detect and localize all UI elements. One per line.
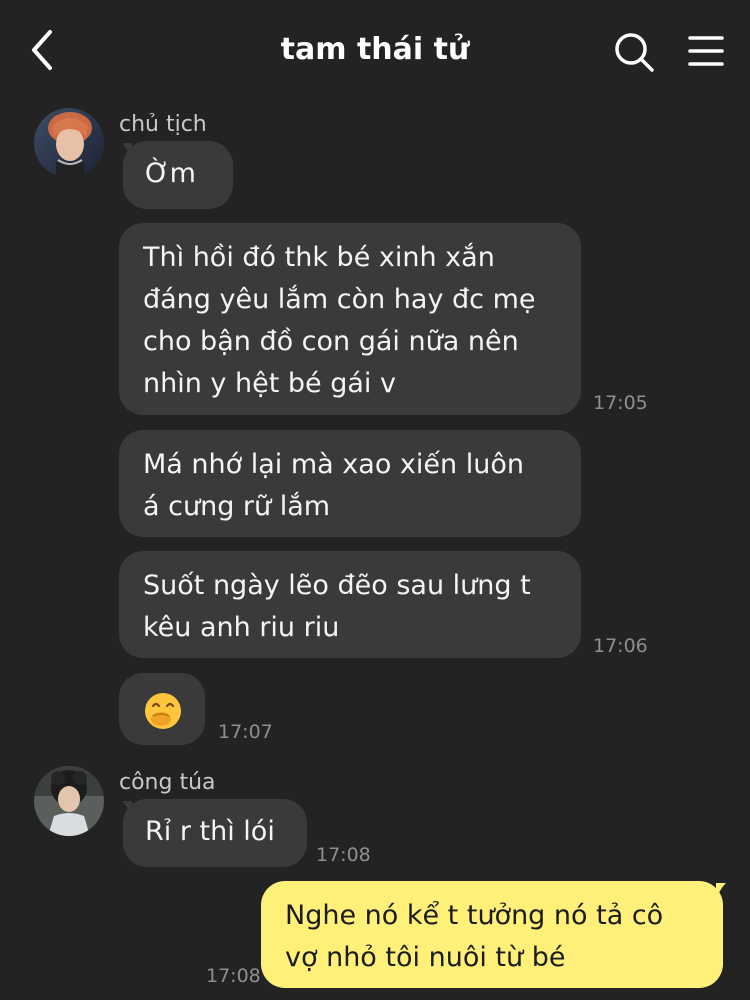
message-timestamp: 17:08 — [206, 965, 261, 987]
search-icon — [615, 33, 654, 72]
message-bubble-emoji[interactable] — [119, 673, 205, 745]
message-bubble[interactable]: Suốt ngày lẽo đẽo sau lưng t kêu anh riu… — [119, 551, 581, 658]
bubble-tail — [716, 883, 726, 899]
message-timestamp: 17:07 — [218, 721, 273, 743]
message-bubble[interactable]: Thì hồi đó thk bé xinh xắn đáng yêu lắm … — [119, 223, 581, 415]
sender-name: công túa — [119, 770, 216, 795]
menu-button[interactable] — [686, 32, 726, 72]
search-button[interactable] — [612, 30, 656, 74]
message-timestamp: 17:06 — [593, 635, 648, 657]
hamburger-menu-icon — [688, 36, 724, 66]
message-timestamp: 17:08 — [316, 844, 371, 866]
sender-name: chủ tịch — [119, 112, 207, 137]
avatar-chu-tich[interactable] — [34, 108, 104, 178]
message-timestamp: 17:05 — [593, 392, 648, 414]
chevron-left-icon — [32, 30, 52, 70]
my-message-bubble[interactable]: Nghe nó kể t tưởng nó tả cô vợ nhỏ tôi n… — [261, 881, 723, 988]
message-bubble[interactable]: Ờm — [123, 141, 233, 209]
chat-header: tam thái tử — [0, 0, 750, 100]
back-button[interactable] — [24, 28, 64, 72]
hand-over-mouth-emoji-icon — [145, 693, 181, 729]
message-bubble[interactable]: Rỉ r thì lói — [123, 799, 307, 867]
message-bubble[interactable]: Má nhớ lại mà xao xiến luôn á cưng rữ lắ… — [119, 430, 581, 537]
avatar-cong-tua[interactable] — [34, 766, 104, 836]
